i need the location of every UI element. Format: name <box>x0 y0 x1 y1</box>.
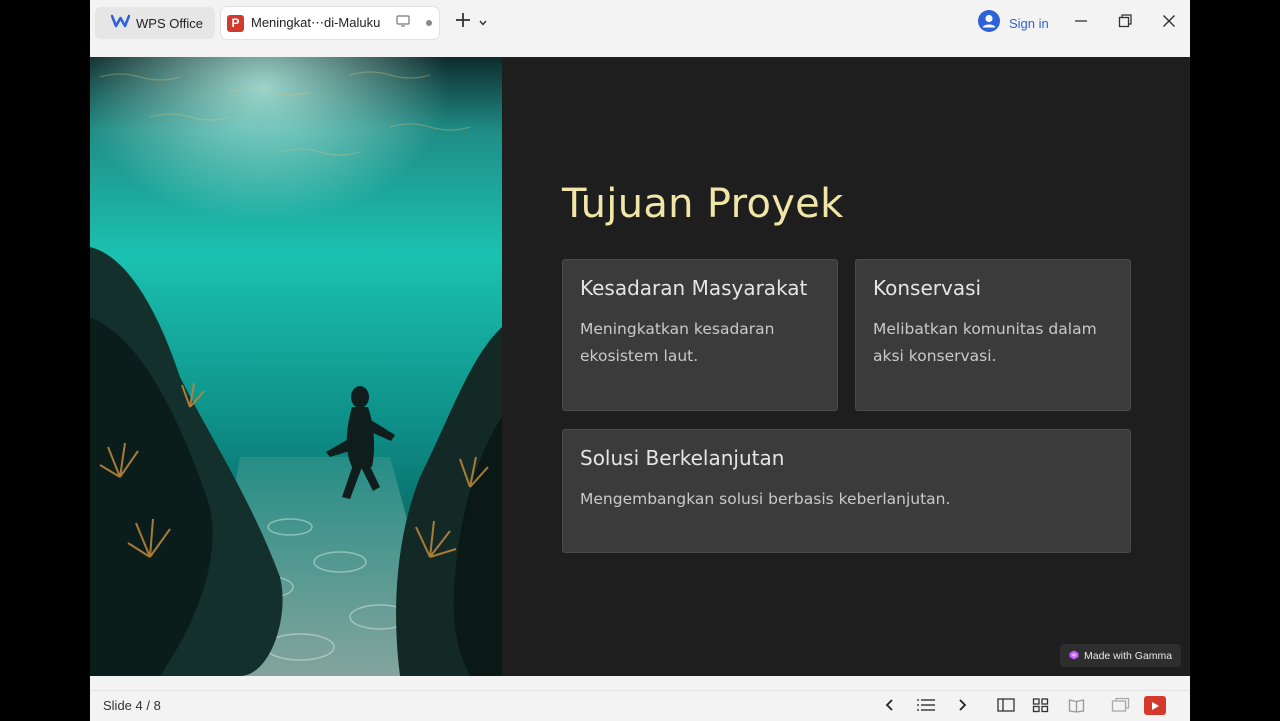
wps-logo-icon <box>110 14 131 33</box>
card-description: Mengembangkan solusi berbasis keberlanju… <box>580 490 951 508</box>
card-description: Meningkatkan kesadaran ekosistem laut. <box>580 320 775 365</box>
reading-view-icon[interactable] <box>1068 697 1085 718</box>
next-slide-icon[interactable] <box>956 697 968 718</box>
previous-slide-icon[interactable] <box>884 697 896 718</box>
card-konservasi[interactable]: Konservasi Melibatkan komunitas dalam ak… <box>855 259 1131 411</box>
close-icon[interactable] <box>1162 13 1176 34</box>
slide-counter: Slide 4 / 8 <box>103 698 161 713</box>
minimize-icon[interactable] <box>1074 13 1088 34</box>
card-title: Konservasi <box>873 276 982 300</box>
unsaved-dot-icon[interactable] <box>426 20 433 26</box>
made-with-gamma-badge[interactable]: Made with Gamma <box>1060 644 1181 667</box>
slide-canvas[interactable]: Tujuan Proyek Kesadaran Masyarakat Menin… <box>90 57 1190 676</box>
grid-view-icon[interactable] <box>1032 697 1049 718</box>
wps-presentation-window: WPS Office P Meningkat⋯di-Maluku Sign in… <box>90 0 1190 721</box>
made-with-gamma-label: Made with Gamma <box>1084 649 1173 662</box>
presenter-view-icon[interactable] <box>1111 697 1130 718</box>
card-title: Kesadaran Masyarakat <box>580 276 808 300</box>
normal-view-icon[interactable] <box>997 697 1015 718</box>
monitor-icon[interactable] <box>396 14 410 32</box>
underwater-photo <box>90 57 502 676</box>
plus-icon <box>454 11 472 34</box>
card-description: Melibatkan komunitas dalam aksi konserva… <box>873 320 1097 365</box>
card-title: Solusi Berkelanjutan <box>580 446 785 470</box>
card-solusi-berkelanjutan[interactable]: Solusi Berkelanjutan Mengembangkan solus… <box>562 429 1131 553</box>
tab-bar: WPS Office P Meningkat⋯di-Maluku Sign in <box>90 0 1190 45</box>
card-kesadaran-masyarakat[interactable]: Kesadaran Masyarakat Meningkatkan kesada… <box>562 259 838 411</box>
sign-in-label: Sign in <box>1009 16 1049 31</box>
tab-document-label: Meningkat⋯di-Maluku <box>251 15 381 30</box>
gamma-logo-icon <box>1069 647 1079 665</box>
sign-in-button[interactable]: Sign in <box>978 10 1049 37</box>
status-bar: Slide 4 / 8 <box>90 690 1190 721</box>
chevron-down-icon <box>478 14 488 32</box>
slide-title[interactable]: Tujuan Proyek <box>562 181 844 227</box>
tab-wps-office[interactable]: WPS Office <box>95 7 215 39</box>
tab-wps-office-label: WPS Office <box>136 15 203 31</box>
new-tab-button[interactable] <box>454 11 488 34</box>
slide-list-icon[interactable] <box>916 697 936 718</box>
restore-icon[interactable] <box>1118 13 1132 34</box>
play-slideshow-icon[interactable] <box>1144 696 1166 715</box>
account-icon <box>978 10 1000 37</box>
tab-document[interactable]: P Meningkat⋯di-Maluku <box>221 7 439 39</box>
presentation-file-icon: P <box>227 14 244 32</box>
